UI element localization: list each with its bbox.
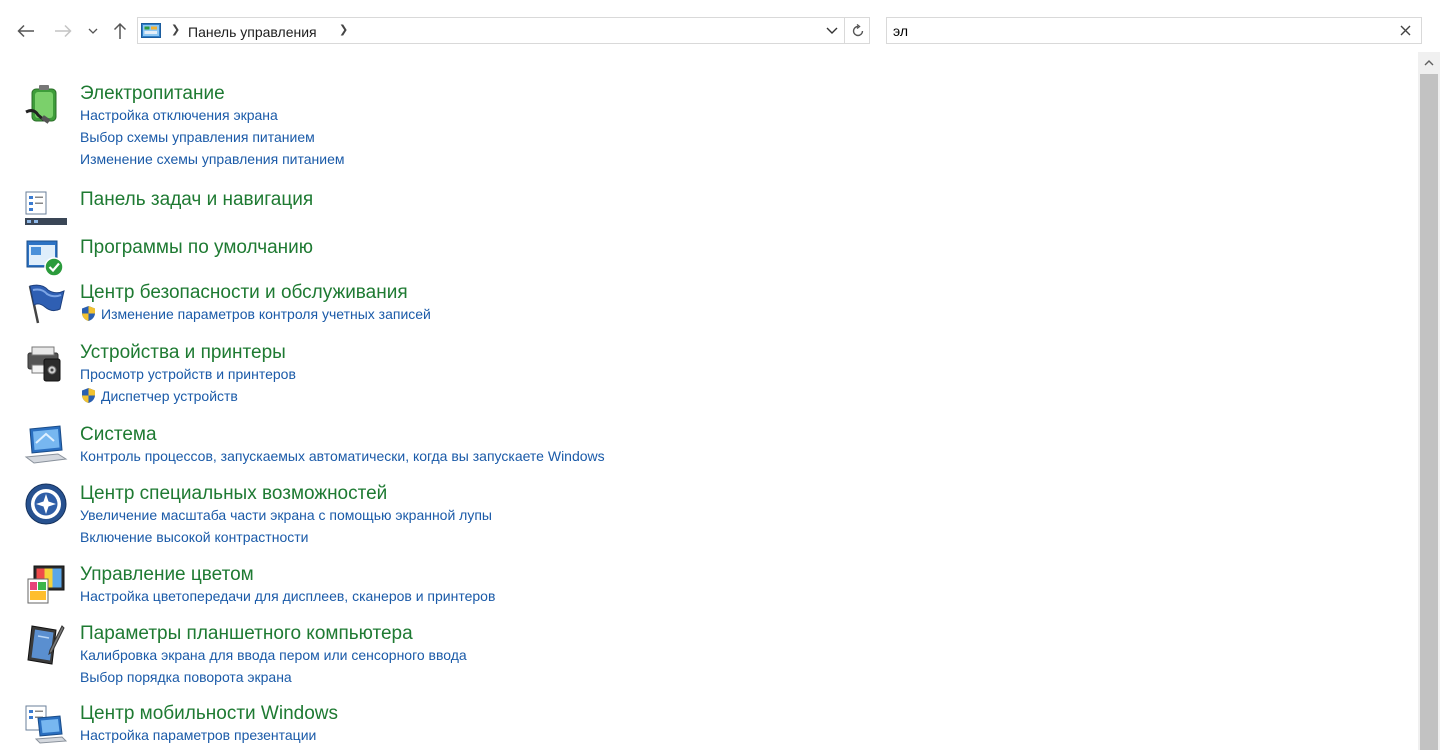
- result-link[interactable]: Просмотр устройств и принтеров: [80, 365, 296, 383]
- result-title[interactable]: Центр безопасности и обслуживания: [80, 281, 408, 305]
- security-flag-icon: [24, 281, 68, 325]
- refresh-icon: [852, 23, 863, 36]
- arrow-left-icon: [17, 24, 34, 38]
- address-bar[interactable]: ❯ Панель управления ❯: [137, 17, 870, 44]
- system-icon: [24, 423, 68, 467]
- result-link[interactable]: Изменение схемы управления питанием: [80, 150, 345, 168]
- default-programs-icon: [24, 236, 68, 280]
- search-box[interactable]: [886, 17, 1422, 44]
- chevron-down-icon: [88, 28, 98, 34]
- result-title[interactable]: Параметры планшетного компьютера: [80, 622, 413, 646]
- color-management-icon: [24, 563, 68, 607]
- breadcrumb-control-panel[interactable]: Панель управления: [188, 24, 317, 40]
- result-link[interactable]: Выбор порядка поворота экрана: [80, 668, 292, 686]
- up-button[interactable]: [108, 20, 132, 42]
- close-icon: [1400, 25, 1410, 35]
- result-link[interactable]: Выбор схемы управления питанием: [80, 128, 315, 146]
- result-title[interactable]: Центр специальных возможностей: [80, 482, 387, 506]
- devices-printers-icon: [24, 341, 68, 385]
- uac-shield-icon: [82, 388, 95, 403]
- ease-of-access-icon: [24, 482, 68, 526]
- breadcrumb-separator-dropdown[interactable]: ❯: [339, 23, 348, 36]
- arrow-right-icon: [55, 24, 72, 38]
- address-history-dropdown[interactable]: [821, 18, 843, 43]
- result-link-text[interactable]: Диспетчер устройств: [101, 388, 238, 404]
- result-link[interactable]: Контроль процессов, запускаемых автомати…: [80, 447, 605, 465]
- result-title[interactable]: Управление цветом: [80, 563, 254, 587]
- navigation-bar: ❯ Панель управления ❯: [0, 0, 1440, 60]
- result-link[interactable]: Увеличение масштаба части экрана с помощ…: [80, 506, 492, 524]
- clear-search-button[interactable]: [1397, 22, 1413, 38]
- result-title[interactable]: Панель задач и навигация: [80, 188, 313, 212]
- result-link[interactable]: Настройка параметров презентации: [80, 726, 316, 744]
- search-results: Электропитание Настройка отключения экра…: [0, 60, 1418, 750]
- scroll-up-button[interactable]: [1418, 52, 1440, 74]
- taskbar-icon: [24, 188, 68, 232]
- refresh-button[interactable]: [845, 18, 870, 43]
- vertical-scrollbar[interactable]: [1418, 52, 1440, 750]
- breadcrumb-separator: ❯: [171, 24, 181, 36]
- result-link[interactable]: Настройка отключения экрана: [80, 106, 278, 124]
- result-title[interactable]: Программы по умолчанию: [80, 236, 313, 260]
- chevron-up-icon: [1424, 60, 1434, 66]
- arrow-up-icon: [113, 22, 127, 39]
- result-link-text[interactable]: Изменение параметров контроля учетных за…: [101, 306, 431, 322]
- back-button[interactable]: [14, 20, 38, 42]
- uac-shield-icon: [82, 306, 95, 321]
- scroll-thumb[interactable]: [1420, 74, 1438, 750]
- power-options-icon: [24, 82, 68, 126]
- result-link[interactable]: Калибровка экрана для ввода пером или се…: [80, 646, 467, 664]
- chevron-down-icon: [826, 27, 838, 34]
- result-title[interactable]: Система: [80, 423, 157, 447]
- forward-button[interactable]: [51, 20, 75, 42]
- result-title[interactable]: Центр мобильности Windows: [80, 702, 338, 726]
- result-link[interactable]: Настройка цветопередачи для дисплеев, ск…: [80, 587, 495, 605]
- result-link-admin[interactable]: Диспетчер устройств: [80, 387, 238, 405]
- tablet-pc-icon: [24, 622, 68, 666]
- mobility-center-icon: [24, 702, 68, 746]
- result-link[interactable]: Включение высокой контрастности: [80, 528, 308, 546]
- result-title[interactable]: Электропитание: [80, 82, 225, 106]
- result-link-admin[interactable]: Изменение параметров контроля учетных за…: [80, 305, 431, 323]
- search-input[interactable]: [893, 20, 1383, 41]
- recent-locations-button[interactable]: [84, 20, 102, 42]
- result-title[interactable]: Устройства и принтеры: [80, 341, 286, 365]
- control-panel-icon: [141, 23, 161, 38]
